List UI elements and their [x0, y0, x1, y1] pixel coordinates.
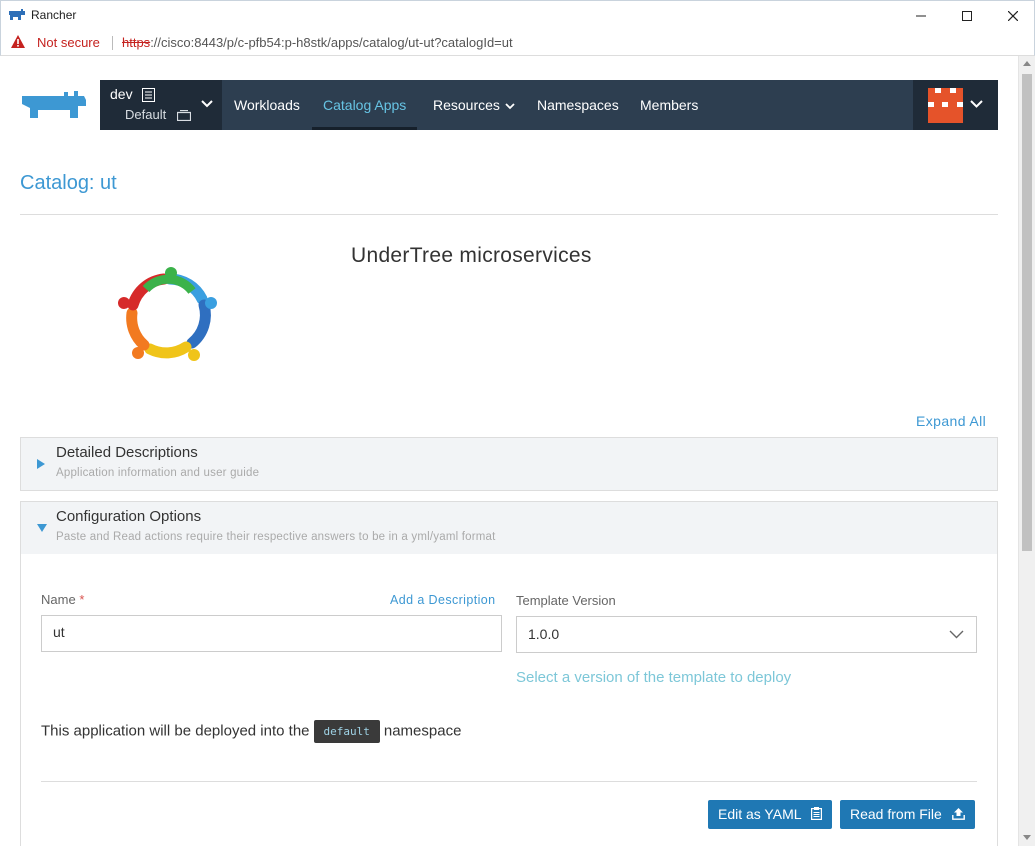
deploy-suffix: namespace: [383, 722, 462, 740]
title-divider: [20, 214, 998, 215]
deploy-namespace-text: This application will be deployed into t…: [41, 720, 461, 743]
required-mark: *: [79, 592, 85, 607]
window-titlebar: Rancher: [0, 0, 1035, 30]
url-scheme: https: [122, 35, 151, 50]
nav-resources[interactable]: Resources: [433, 80, 515, 130]
page-scrollbar[interactable]: [1018, 56, 1035, 846]
expand-all-link[interactable]: Expand All: [916, 413, 986, 429]
address-bar[interactable]: Not secure https://cisco:8443/p/c-pfb54:…: [0, 30, 1035, 56]
chevron-down-icon: [970, 100, 983, 108]
scrollbar-thumb[interactable]: [1022, 74, 1032, 551]
maximize-icon: [962, 11, 972, 21]
cluster-project-switcher[interactable]: dev Default: [100, 80, 222, 130]
warning-icon: [11, 35, 25, 48]
app-name: UnderTree microservices: [351, 244, 592, 267]
namespace-badge: default: [313, 720, 380, 743]
avatar: [928, 88, 963, 123]
chevron-down-icon: [505, 103, 515, 110]
minimize-button[interactable]: [898, 1, 944, 31]
url-path: ://cisco:8443/p/c-pfb54:p-h8stk/apps/cat…: [150, 35, 513, 50]
name-label: Name *: [41, 592, 84, 607]
template-version-help: Select a version of the template to depl…: [516, 669, 792, 686]
nav-workloads[interactable]: Workloads: [234, 80, 300, 130]
rancher-logo-icon[interactable]: [20, 88, 88, 120]
caret-right-icon: [37, 459, 45, 469]
caret-down-icon: [37, 524, 47, 532]
url-text[interactable]: https://cisco:8443/p/c-pfb54:p-h8stk/app…: [122, 35, 513, 50]
maximize-button[interactable]: [944, 1, 990, 31]
panel-title: Detailed Descriptions: [56, 444, 198, 461]
chevron-down-icon: [201, 100, 213, 108]
nav-catalog-apps[interactable]: Catalog Apps: [312, 80, 418, 130]
undertree-logo-icon: [118, 267, 217, 361]
folder-icon: [177, 110, 191, 121]
close-icon: [1008, 11, 1018, 21]
cluster-name: dev: [110, 86, 133, 102]
edit-as-yaml-button[interactable]: Edit as YAML: [708, 800, 832, 829]
deploy-prefix: This application will be deployed into t…: [41, 722, 310, 740]
read-from-file-button[interactable]: Read from File: [840, 800, 975, 829]
chevron-down-icon: [949, 630, 964, 639]
edit-as-yaml-label: Edit as YAML: [718, 806, 802, 822]
close-button[interactable]: [990, 1, 1035, 31]
read-from-file-label: Read from File: [850, 806, 942, 822]
name-input[interactable]: ut: [41, 615, 502, 652]
scroll-up-icon[interactable]: [1023, 61, 1031, 66]
nav-members[interactable]: Members: [640, 80, 698, 130]
clipboard-icon: [810, 807, 822, 821]
add-description-link[interactable]: Add a Description: [390, 593, 495, 607]
template-version-select[interactable]: 1.0.0: [516, 616, 977, 653]
template-version-value: 1.0.0: [528, 626, 560, 642]
rancher-app-icon: [9, 9, 25, 20]
minimize-icon: [916, 15, 926, 17]
panel-detailed-descriptions[interactable]: Detailed Descriptions Application inform…: [20, 437, 998, 491]
name-label-text: Name: [41, 592, 76, 607]
user-menu[interactable]: [913, 80, 998, 130]
actions-divider: [41, 781, 977, 782]
configuration-content: Name * Add a Description ut Template Ver…: [20, 554, 998, 846]
scroll-down-icon[interactable]: [1023, 835, 1031, 840]
nav-namespaces[interactable]: Namespaces: [537, 80, 619, 130]
upload-icon: [951, 808, 965, 821]
template-version-label: Template Version: [516, 593, 616, 608]
panel-configuration-options[interactable]: Configuration Options Paste and Read act…: [20, 501, 998, 555]
panel-subtitle: Paste and Read actions require their res…: [56, 531, 496, 543]
address-divider: [112, 36, 113, 50]
page-title: Catalog: ut: [20, 172, 117, 194]
not-secure-label[interactable]: Not secure: [37, 35, 100, 50]
cluster-icon: [142, 88, 155, 102]
top-navbar: dev Default Workloads Catalog Apps Resou…: [100, 80, 998, 130]
nav-resources-label: Resources: [433, 97, 500, 113]
panel-subtitle: Application information and user guide: [56, 467, 260, 479]
panel-title: Configuration Options: [56, 508, 202, 525]
project-name: Default: [125, 107, 167, 122]
window-title: Rancher: [31, 8, 77, 22]
